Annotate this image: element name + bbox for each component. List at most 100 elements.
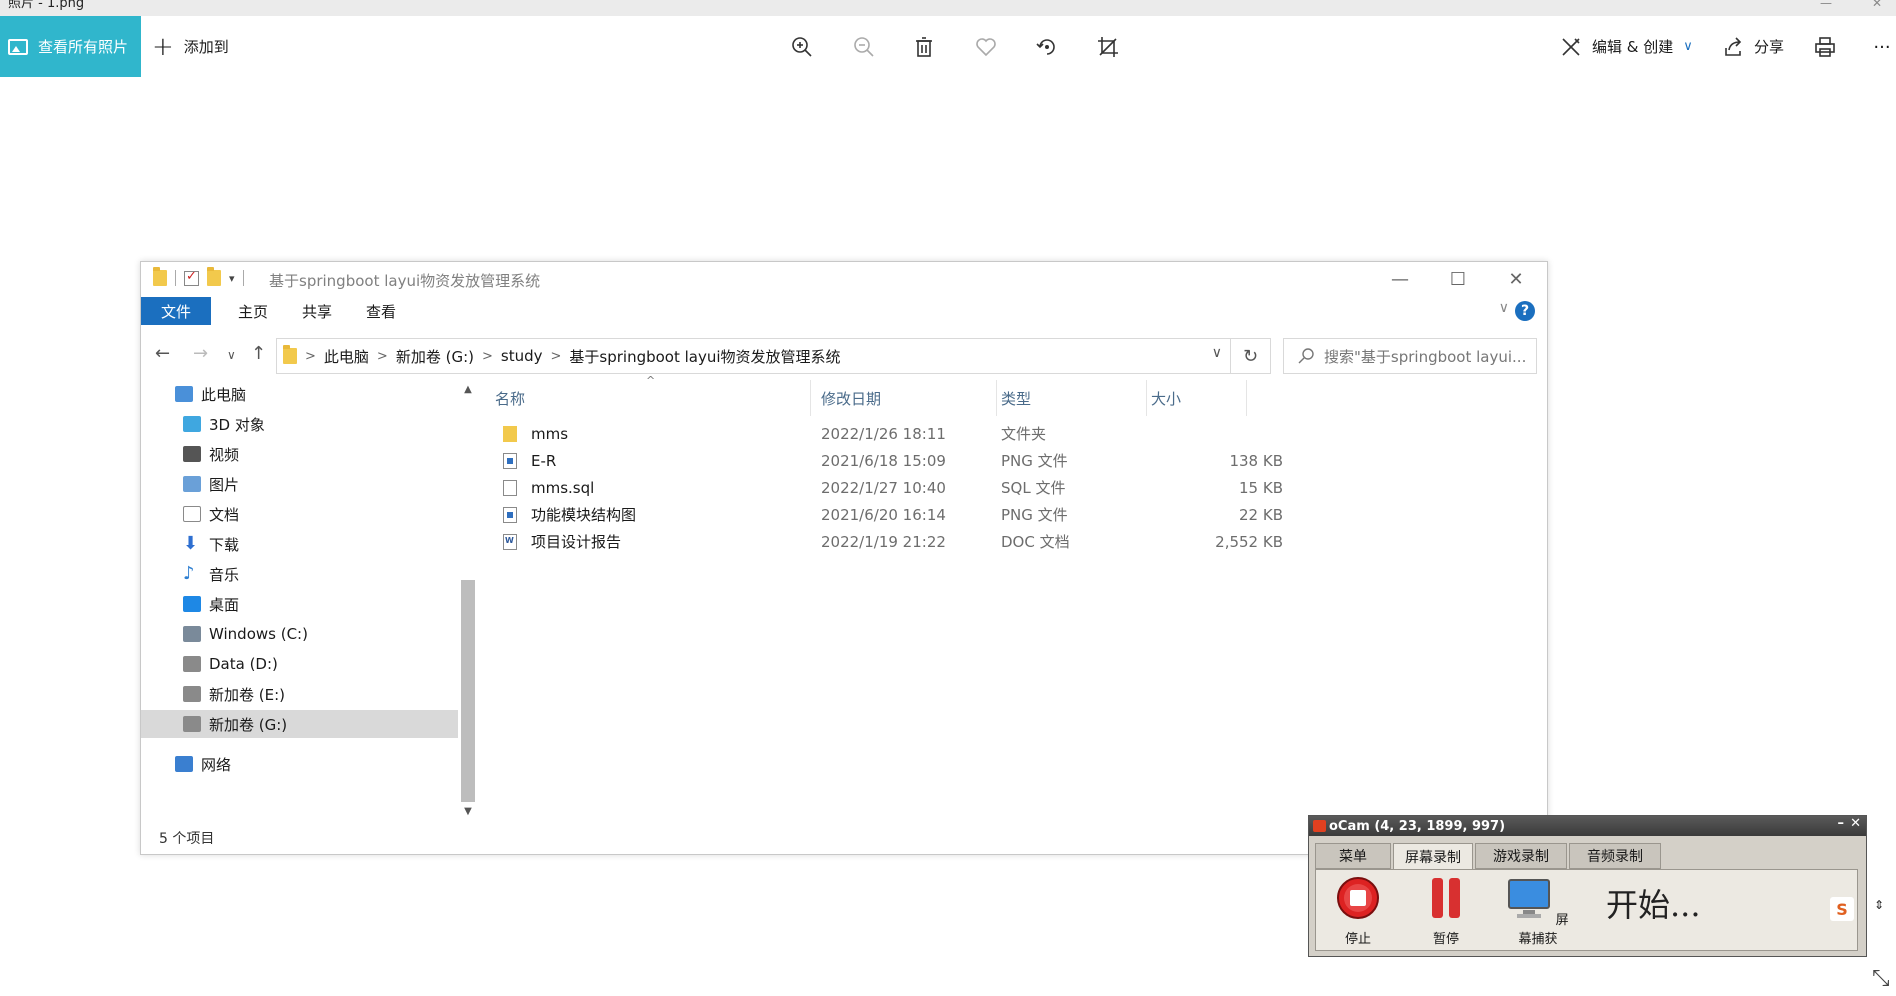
file-type: PNG 文件 [1001,452,1068,470]
tab-view[interactable]: 查看 [349,297,413,325]
sidebar-item-label: 下载 [209,535,240,554]
explorer-maximize-button[interactable]: ☐ [1429,262,1487,296]
view-all-photos-button[interactable]: 查看所有照片 [0,16,141,77]
chevron-right-icon[interactable]: > [377,349,388,364]
share-icon [1725,36,1742,56]
sidebar-item-3d-objects[interactable]: 3D 对象 [141,410,458,438]
breadcrumb-drive-g[interactable]: 新加卷 (G:) [396,346,474,367]
column-header-name[interactable]: 名称 [491,380,811,416]
refresh-button[interactable]: ↻ [1231,338,1271,374]
more-options-button[interactable]: ··· [1868,33,1896,61]
network-icon [175,756,193,772]
new-folder-icon[interactable] [207,267,221,286]
add-to-button[interactable]: + 添加到 [152,16,229,77]
printer-icon [1815,37,1835,57]
sidebar-item-videos[interactable]: 视频 [141,440,458,468]
search-icon [1298,348,1314,364]
ocam-control-panel: 停止 暂停 屏幕捕获 开始... [1315,869,1858,951]
breadcrumb-current-folder[interactable]: 基于springboot layui物资发放管理系统 [569,346,840,367]
folder-icon[interactable] [153,267,167,286]
fullscreen-resize-icon[interactable]: ⤡ [1872,966,1890,991]
close-button[interactable]: ✕ [1872,0,1882,10]
scroll-up-icon[interactable]: ▲ [459,380,477,398]
column-header-type[interactable]: 类型 [997,380,1147,416]
table-row[interactable]: 项目设计报告 2022/1/19 21:22 DOC 文档 2,552 KB [491,528,1391,555]
sidebar-item-drive-g[interactable]: 新加卷 (G:) [141,710,458,738]
chevron-right-icon[interactable]: > [305,349,316,364]
sidebar-item-drive-c[interactable]: Windows (C:) [141,620,458,648]
tab-share[interactable]: 共享 [285,297,349,325]
pause-button[interactable]: 暂停 [1416,876,1476,947]
help-icon[interactable]: ? [1515,301,1535,321]
photos-window-title: 照片 - 1.png [8,0,85,11]
tab-file[interactable]: 文件 [141,297,211,325]
ocam-tab-audio-record[interactable]: 音频录制 [1569,843,1661,869]
ocam-minimize-button[interactable]: – [1838,816,1845,831]
crop-button[interactable] [1094,33,1122,61]
zoom-out-button[interactable] [850,33,878,61]
sidebar-item-label: 图片 [209,475,240,494]
properties-check-icon[interactable] [184,269,199,286]
file-name: mms.sql [531,478,595,497]
back-arrow-icon[interactable]: ← [155,343,170,364]
chevron-down-icon: ∨ [1683,39,1693,54]
edit-create-button[interactable]: 编辑 & 创建 ∨ [1560,16,1693,77]
screen-capture-button[interactable]: 屏幕捕获 [1502,876,1574,947]
stop-label: 停止 [1344,932,1371,947]
ime-indicator-icon[interactable]: S [1830,897,1854,921]
table-row[interactable]: E-R 2021/6/18 15:09 PNG 文件 138 KB [491,447,1391,474]
explorer-minimize-button[interactable]: — [1371,262,1429,296]
minimize-button[interactable]: — [1820,0,1832,10]
column-header-date[interactable]: 修改日期 [817,380,997,416]
address-dropdown-icon[interactable]: ∨ [1212,345,1222,361]
nav-pane-scrollbar[interactable]: ▲ ▼ [459,380,477,820]
column-header-size[interactable]: 大小 [1147,380,1247,416]
table-row[interactable]: 功能模块结构图 2021/6/20 16:14 PNG 文件 22 KB [491,501,1391,528]
print-button[interactable] [1811,33,1839,61]
sidebar-item-music[interactable]: ♪ 音乐 [141,560,458,588]
table-row[interactable]: mms 2022/1/26 18:11 文件夹 [491,420,1391,447]
ocam-tab-menu[interactable]: 菜单 [1315,843,1391,869]
doc-file-icon [503,533,517,550]
search-input[interactable]: 搜索"基于springboot layui... [1283,338,1537,374]
rotate-button[interactable] [1033,33,1061,61]
ocam-close-button[interactable]: ✕ [1850,816,1861,831]
sidebar-item-network[interactable]: 网络 [141,750,458,778]
ocam-tab-screen-record[interactable]: 屏幕录制 [1393,843,1473,869]
video-icon [183,446,201,462]
delete-button[interactable] [910,33,938,61]
more-icon: ··· [1873,36,1891,58]
address-bar[interactable]: > 此电脑 > 新加卷 (G:) > study > 基于springboot … [276,338,1231,374]
favorite-button[interactable] [972,33,1000,61]
ocam-tab-game-record[interactable]: 游戏录制 [1475,843,1567,869]
sidebar-item-downloads[interactable]: ⬇ 下载 [141,530,458,558]
table-row[interactable]: mms.sql 2022/1/27 10:40 SQL 文件 15 KB [491,474,1391,501]
up-arrow-icon[interactable]: ↑ [251,343,266,364]
ime-switch-icon[interactable]: ⇕ [1874,898,1884,912]
expand-ribbon-icon[interactable]: ∨ [1499,300,1509,316]
recent-locations-icon[interactable]: ∨ [227,348,236,362]
stop-button[interactable]: 停止 [1328,876,1388,947]
breadcrumb-this-pc[interactable]: 此电脑 [324,346,369,367]
sidebar-item-label: 视频 [209,445,240,464]
zoom-in-button[interactable] [788,33,816,61]
scrollbar-thumb[interactable] [461,580,475,802]
share-button[interactable]: 分享 [1722,16,1784,77]
chevron-right-icon[interactable]: > [482,349,493,364]
tab-home[interactable]: 主页 [221,297,285,325]
sidebar-item-this-pc[interactable]: 此电脑 [141,380,458,408]
customize-dropdown-icon[interactable]: ▾ [229,272,235,285]
sidebar-item-drive-e[interactable]: 新加卷 (E:) [141,680,458,708]
sidebar-item-drive-d[interactable]: Data (D:) [141,650,458,678]
monitor-icon [1508,879,1551,918]
trash-icon [916,37,932,57]
breadcrumb-study[interactable]: study [501,347,543,365]
explorer-close-button[interactable]: ✕ [1487,262,1545,296]
forward-arrow-icon[interactable]: → [193,343,208,364]
sidebar-item-label: 新加卷 (E:) [209,685,286,704]
sidebar-item-desktop[interactable]: 桌面 [141,590,458,618]
sidebar-item-documents[interactable]: 文档 [141,500,458,528]
sidebar-item-pictures[interactable]: 图片 [141,470,458,498]
scroll-down-icon[interactable]: ▼ [459,802,477,820]
chevron-right-icon[interactable]: > [551,349,562,364]
